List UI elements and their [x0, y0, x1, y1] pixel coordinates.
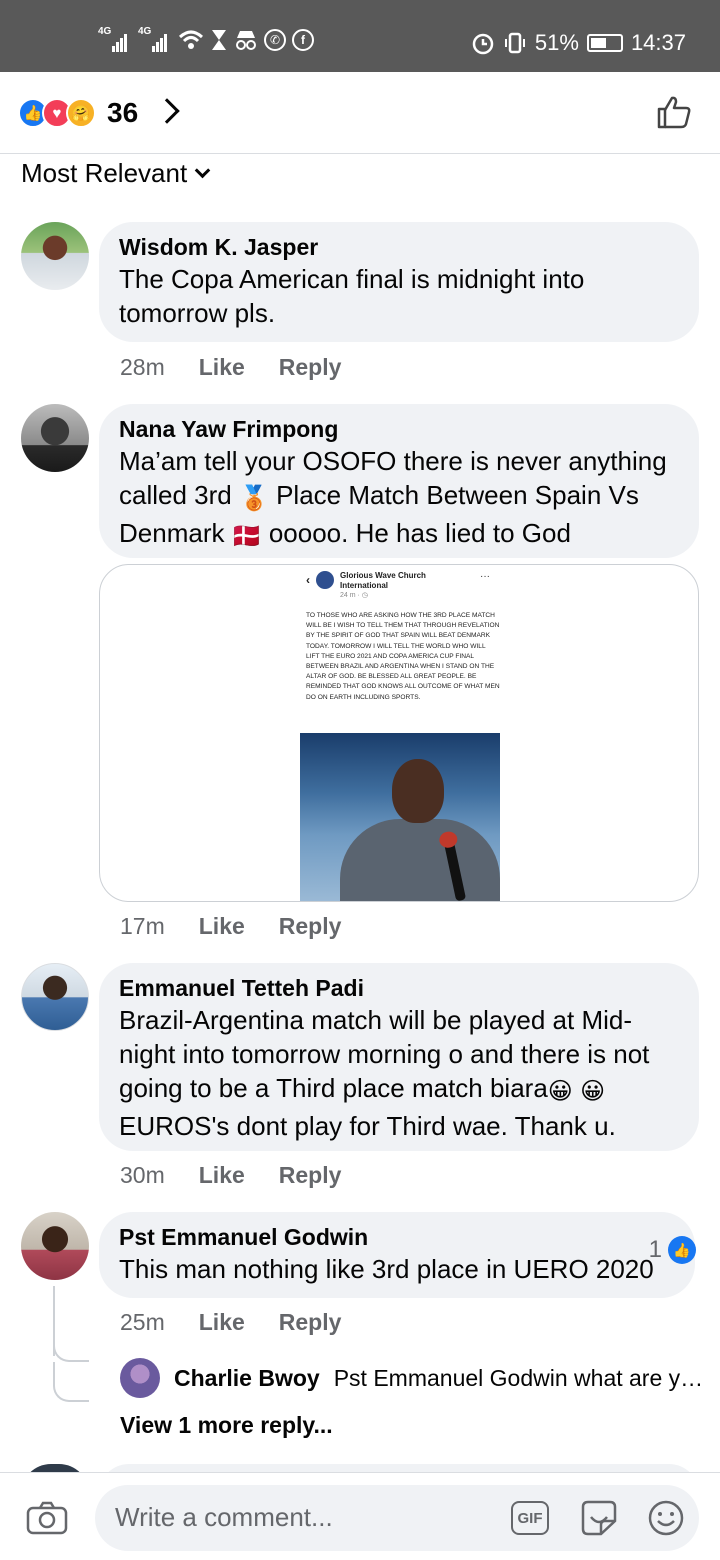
grinning-emoji-icon: 😀: [580, 1078, 606, 1105]
comment-author[interactable]: Pst Emmanuel Godwin: [119, 1222, 675, 1252]
comment-author[interactable]: Emmanuel Tetteh Padi: [119, 973, 679, 1003]
battery-percent: 51%: [534, 30, 579, 55]
medal-emoji-icon: 🥉: [238, 485, 269, 512]
status-icons-right: 51% 14:37: [471, 30, 686, 56]
reply-text: Pst Emmanuel Godwin what are you …: [333, 1364, 710, 1391]
avatar[interactable]: [21, 1212, 89, 1280]
comment-input-placeholder: Write a comment...: [115, 1502, 333, 1532]
reactions-bar[interactable]: 👍 ♥ 🤗 36: [0, 72, 720, 154]
comment-text: The Copa American final is midnight into…: [119, 264, 585, 328]
battery-icon: [586, 34, 623, 52]
camera-icon[interactable]: [26, 1501, 68, 1535]
care-reaction-icon: 🤗: [66, 98, 96, 128]
comment-bubble[interactable]: Pst Emmanuel Godwin This man nothing lik…: [99, 1212, 695, 1298]
like-button[interactable]: Like: [199, 913, 245, 940]
network-type-2: 4G: [138, 26, 152, 37]
status-icons-left: 4G 4G ✆ f: [98, 26, 314, 52]
emoji-icon[interactable]: [647, 1499, 685, 1537]
avatar[interactable]: [21, 404, 89, 472]
comment-text-part: EUROS's dont play for Third wae. Thank u…: [119, 1111, 616, 1141]
sort-dropdown[interactable]: Most Relevant: [21, 158, 211, 189]
comment-time[interactable]: 30m: [120, 1162, 165, 1189]
denmark-flag-emoji-icon: 🇩🇰: [231, 523, 262, 550]
reply-author[interactable]: Charlie Bwoy: [174, 1365, 320, 1392]
comment-actions: 25m Like Reply: [120, 1309, 341, 1336]
signal-icon: 4G: [98, 26, 132, 52]
reply-preview[interactable]: Charlie Bwoy Pst Emmanuel Godwin what ar…: [120, 1358, 710, 1398]
comment-actions: 30m Like Reply: [120, 1162, 341, 1189]
reply-button[interactable]: Reply: [279, 1309, 342, 1336]
reaction-count-number: 1: [648, 1236, 662, 1263]
sticker-icon[interactable]: [579, 1499, 619, 1537]
comment-text-part: ooooo. He has lied to God: [261, 518, 571, 548]
reply-button[interactable]: Reply: [279, 1162, 342, 1189]
whatsapp-icon: ✆: [264, 29, 286, 51]
vibrate-icon: [504, 32, 525, 54]
screenshot-image: ‹ Glorious Wave Church International 24 …: [300, 565, 500, 901]
like-post-icon[interactable]: [656, 94, 692, 130]
reply-button[interactable]: Reply: [279, 913, 342, 940]
sort-label: Most Relevant: [21, 158, 188, 188]
like-reaction-icon: 👍: [668, 1236, 696, 1264]
avatar[interactable]: [120, 1358, 160, 1398]
like-button[interactable]: Like: [199, 1309, 245, 1336]
comment-reaction-count[interactable]: 1 👍: [649, 1236, 696, 1264]
network-type: 4G: [98, 26, 112, 37]
comment-time[interactable]: 17m: [120, 913, 165, 940]
comments-sheet: 👍 ♥ 🤗 36 Most Relevant Wisdom K. Jasper …: [0, 72, 720, 1560]
chevron-down-icon: [194, 162, 211, 179]
comment-text: This man nothing like 3rd place in UERO …: [119, 1254, 654, 1284]
reaction-icons: 👍 ♥ 🤗: [18, 98, 96, 128]
comment-bubble[interactable]: Nana Yaw Frimpong Ma’am tell your OSOFO …: [99, 404, 699, 558]
post-time: 24 m · ◷: [340, 592, 368, 599]
more-options-icon: ···: [480, 571, 490, 582]
like-button[interactable]: Like: [199, 1162, 245, 1189]
reaction-count: 36: [107, 97, 139, 128]
reply-button[interactable]: Reply: [279, 354, 342, 381]
comment-actions: 17m Like Reply: [120, 913, 341, 940]
gif-button[interactable]: GIF: [511, 1501, 549, 1535]
avatar[interactable]: [21, 222, 89, 290]
status-bar: 4G 4G ✆ f 51% 14:37: [0, 0, 720, 72]
thread-connector: [53, 1338, 89, 1362]
comment-composer: Write a comment... GIF: [0, 1472, 720, 1560]
wifi-icon: [178, 30, 204, 49]
comment-image-attachment[interactable]: ‹ Glorious Wave Church International 24 …: [99, 564, 699, 902]
comment-bubble[interactable]: Wisdom K. Jasper The Copa American final…: [99, 222, 699, 342]
comment-time[interactable]: 28m: [120, 354, 165, 381]
grinning-emoji-icon: 😀: [547, 1078, 573, 1105]
incognito-icon: [236, 31, 256, 50]
thread-connector: [53, 1362, 89, 1402]
alarm-icon: [472, 33, 494, 55]
chevron-right-icon[interactable]: [154, 98, 180, 124]
like-button[interactable]: Like: [199, 354, 245, 381]
comment-text: Ma’am tell your OSOFO there is never any…: [119, 444, 679, 554]
comment-bubble[interactable]: Emmanuel Tetteh Padi Brazil-Argentina ma…: [99, 963, 699, 1151]
view-more-replies-link[interactable]: View 1 more reply...: [120, 1412, 333, 1439]
comment-input[interactable]: Write a comment... GIF: [95, 1485, 699, 1551]
comment-author[interactable]: Wisdom K. Jasper: [119, 232, 679, 262]
page-name: Glorious Wave Church International: [340, 571, 426, 590]
back-icon: ‹: [306, 573, 310, 587]
preacher-photo: [300, 733, 500, 901]
clock: 14:37: [630, 30, 686, 55]
post-header: ‹ Glorious Wave Church International 24 …: [306, 571, 440, 599]
comment-time[interactable]: 25m: [120, 1309, 165, 1336]
comment-author[interactable]: Nana Yaw Frimpong: [119, 414, 679, 444]
signal-icon-2: 4G: [138, 26, 172, 52]
facebook-icon: f: [292, 29, 314, 51]
page-avatar: [316, 571, 334, 589]
avatar[interactable]: [21, 963, 89, 1031]
hourglass-icon: [212, 30, 226, 50]
post-text: TO THOSE WHO ARE ASKING HOW THE 3RD PLAC…: [306, 612, 500, 701]
comment-actions: 28m Like Reply: [120, 354, 341, 381]
comment-text: Brazil-Argentina match will be played at…: [119, 1003, 679, 1143]
